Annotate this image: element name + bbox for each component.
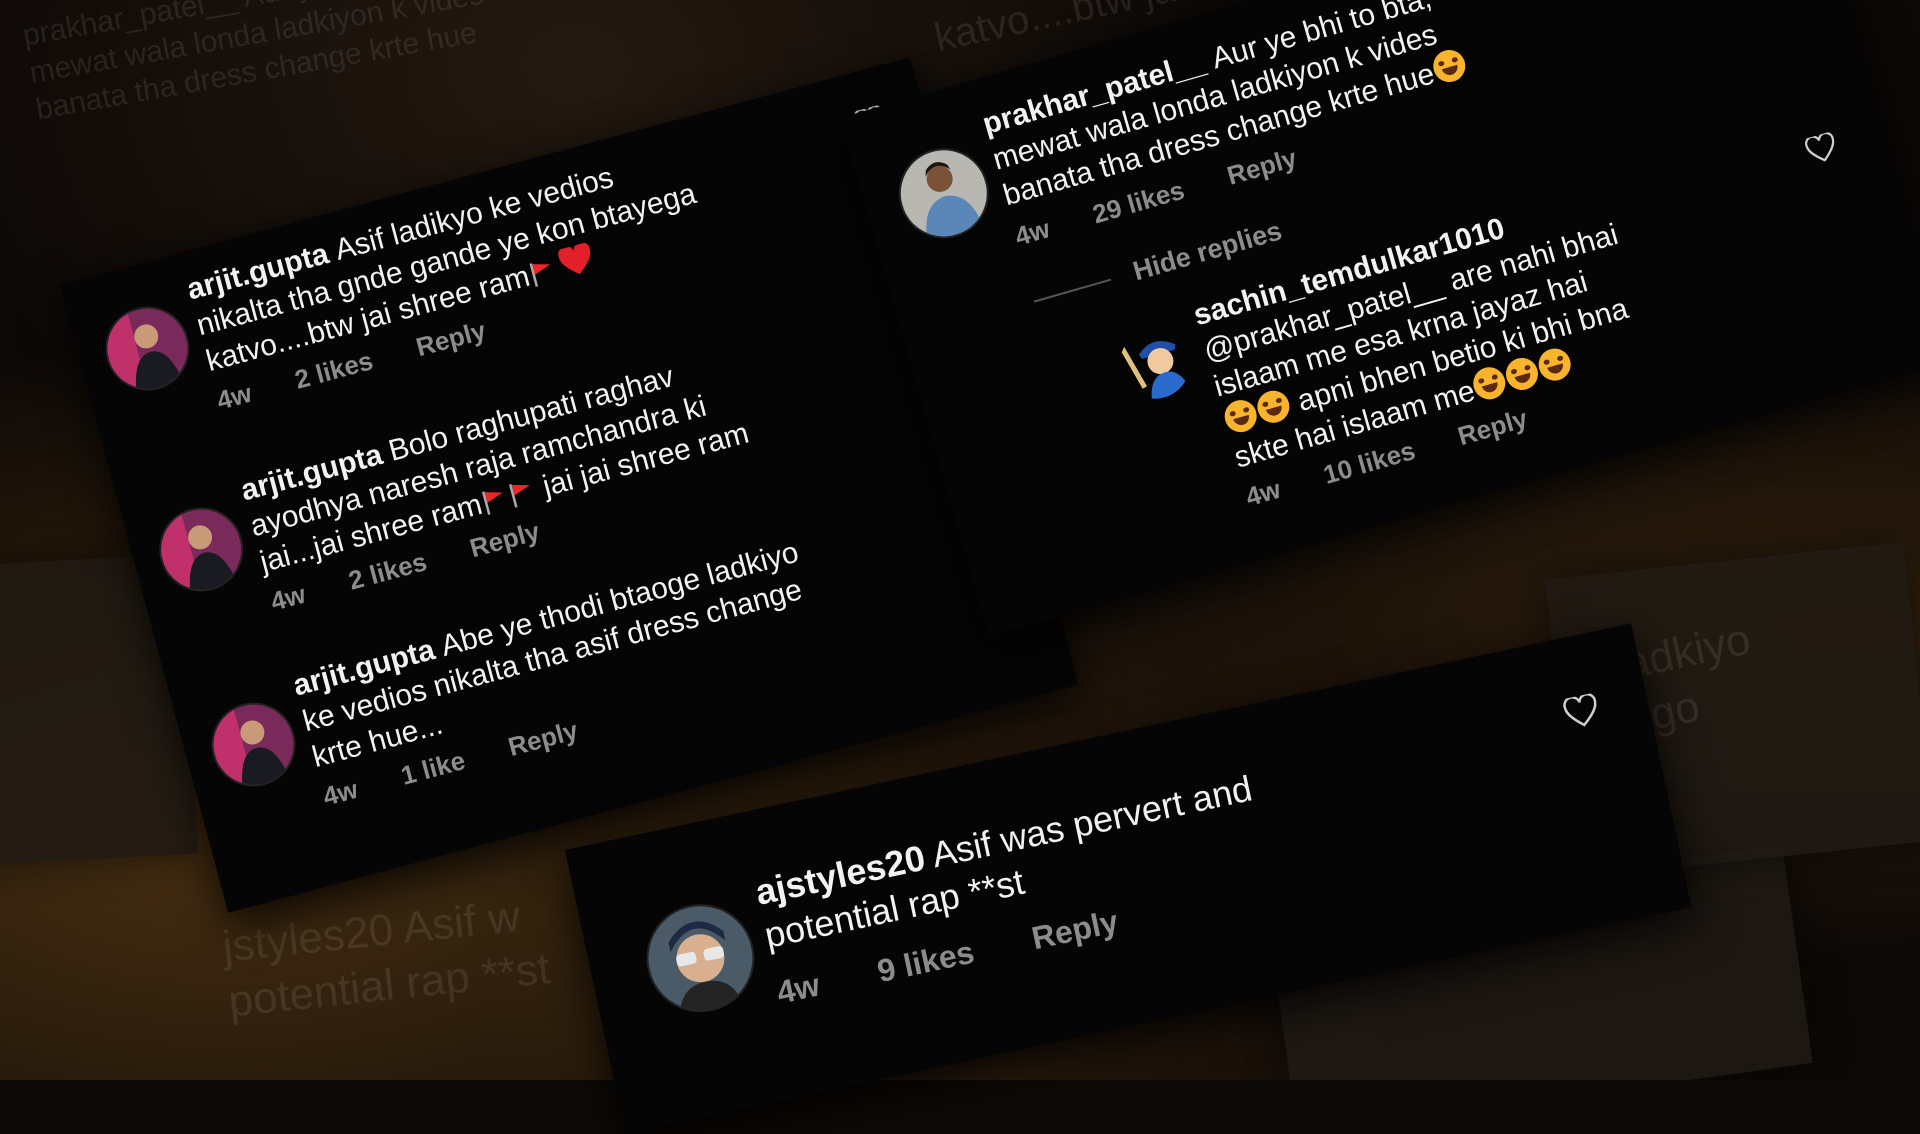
- red-heart-icon: [558, 242, 591, 274]
- reply-button[interactable]: Reply: [1028, 903, 1121, 957]
- heart-icon[interactable]: [1803, 131, 1840, 166]
- comment-timestamp: 4w: [319, 773, 361, 812]
- comment-timestamp: 4w: [773, 966, 823, 1011]
- red-flag-icon: [529, 262, 551, 287]
- comment-timestamp: 4w: [1011, 213, 1054, 252]
- reply-button[interactable]: Reply: [1224, 142, 1301, 191]
- red-flag-icon: [482, 491, 504, 515]
- winking-face-with-tongue-icon: [1253, 386, 1294, 427]
- background-ghost-text: jstyles20 Asif w potential rap **st: [220, 891, 553, 1027]
- avatar[interactable]: [888, 137, 1000, 249]
- avatar[interactable]: [202, 693, 305, 797]
- like-count[interactable]: 1 like: [398, 745, 469, 792]
- rolling-on-floor-laughing-icon: [1535, 344, 1575, 385]
- avatar[interactable]: [636, 894, 765, 1023]
- heart-icon[interactable]: [1561, 692, 1601, 730]
- background-ghost-text: prakhar_patel__ Aur ye bhi to bta, mewat…: [20, 0, 486, 127]
- comment-timestamp: 4w: [1242, 473, 1284, 513]
- hide-replies-divider: [1033, 278, 1112, 303]
- comment-timestamp: 4w: [213, 377, 255, 416]
- comment-timestamp: 4w: [267, 578, 309, 617]
- avatar[interactable]: [149, 498, 253, 601]
- winking-face-with-tongue-icon: [1220, 396, 1261, 436]
- hide-replies-label: Hide replies: [1129, 215, 1286, 287]
- comment-body-line: Asif was pervert and: [928, 767, 1256, 876]
- avatar[interactable]: [95, 297, 199, 400]
- like-count[interactable]: 9 likes: [874, 934, 977, 991]
- red-flag-icon: [509, 483, 531, 508]
- avatar[interactable]: [1111, 320, 1199, 408]
- rolling-on-floor-laughing-icon: [1502, 354, 1543, 394]
